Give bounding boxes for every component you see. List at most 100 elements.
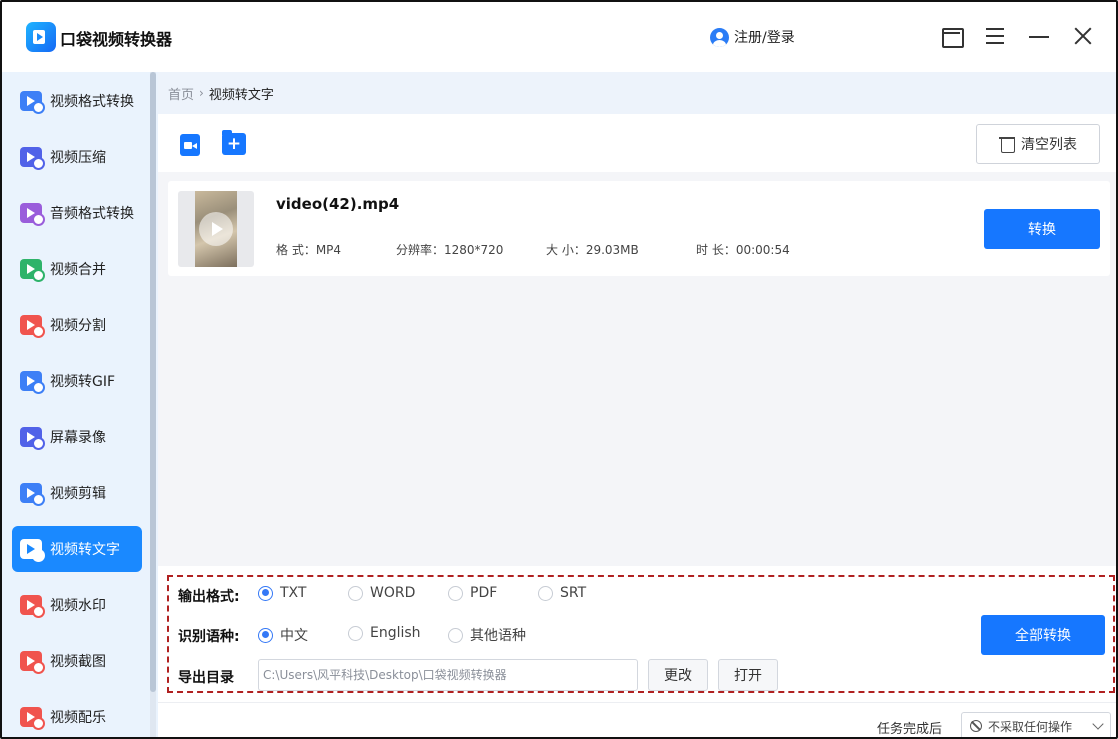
video-gif-icon: [20, 371, 45, 394]
sidebar-item-label: 视频压缩: [50, 150, 106, 166]
settings-panel: 输出格式: TXT WORD PDF SRT 识别语种: 中文 English …: [158, 566, 1116, 702]
video-format-icon: [20, 91, 45, 114]
file-toolbar: 清空列表: [158, 114, 1116, 172]
video-watermark-icon: [20, 595, 45, 618]
play-icon[interactable]: [199, 212, 233, 246]
language-label: 识别语种:: [178, 629, 240, 645]
chevron-down-icon: [1092, 718, 1104, 730]
title-bar: 口袋视频转换器 注册/登录: [2, 2, 1116, 72]
menu-icon[interactable]: [983, 24, 1007, 48]
sidebar-item-label: 视频截图: [50, 654, 106, 670]
sidebar-item-label: 视频分割: [50, 318, 106, 334]
sidebar-item-video-format[interactable]: 视频格式转换: [12, 78, 142, 124]
sidebar-item-label: 视频水印: [50, 598, 106, 614]
radio-dot: [348, 585, 363, 601]
breadcrumb-home[interactable]: 首页: [168, 84, 194, 103]
export-dir-input[interactable]: C:\Users\风平科技\Desktop\口袋视频转换器: [258, 659, 638, 691]
radio-label: 中文: [280, 628, 308, 644]
output-format-label: 输出格式:: [178, 589, 240, 605]
sidebar: 视频格式转换 视频压缩 音频格式转换 视频合并 视频分割 视频转GIF 屏幕录像: [2, 72, 158, 737]
app-logo-icon: [26, 22, 56, 52]
after-task-label: 任务完成后: [877, 722, 943, 737]
video-text-icon: [20, 539, 45, 562]
status-bar: 任务完成后 不采取任何操作: [158, 702, 1116, 737]
sidebar-item-video-screenshot[interactable]: 视频截图: [12, 638, 142, 684]
sidebar-item-label: 视频剪辑: [50, 486, 106, 502]
file-row: video(42).mp4 格 式：MP4 分辨率：1280*720 大 小：2…: [168, 181, 1110, 276]
main-panel: 首页 › 视频转文字 清空列表 video(42).mp4 格 式：MP4 分辨…: [158, 72, 1116, 737]
language-option-other[interactable]: 其他语种: [448, 625, 526, 645]
breadcrumb: 首页 › 视频转文字: [158, 72, 1116, 114]
radio-label: TXT: [280, 585, 307, 601]
file-resolution: 分辨率：1280*720: [396, 243, 504, 257]
export-dir-label: 导出目录: [178, 670, 234, 686]
login-label: 注册/登录: [734, 30, 795, 46]
video-split-icon: [20, 315, 45, 338]
sidebar-item-video-music[interactable]: 视频配乐: [12, 694, 142, 737]
convert-button[interactable]: 转换: [984, 209, 1100, 249]
clear-list-button[interactable]: 清空列表: [976, 124, 1100, 164]
radio-dot: [538, 585, 553, 601]
file-size: 大 小：29.03MB: [546, 243, 639, 257]
sidebar-item-label: 视频格式转换: [50, 94, 134, 110]
file-duration: 时 长：00:00:54: [696, 243, 790, 257]
close-icon[interactable]: [1071, 24, 1095, 48]
radio-dot: [348, 625, 363, 641]
folder-icon[interactable]: [939, 24, 964, 48]
language-option-chinese[interactable]: 中文: [258, 625, 308, 645]
app-window: 口袋视频转换器 注册/登录 视频格式转换 视频压缩 音频格式转换 视频合并 视频…: [0, 0, 1118, 739]
ban-icon: [970, 720, 982, 732]
breadcrumb-separator: ›: [199, 86, 204, 100]
open-dir-button[interactable]: 打开: [718, 659, 778, 691]
after-task-select[interactable]: 不采取任何操作: [961, 712, 1111, 737]
video-thumbnail: [178, 191, 254, 267]
sidebar-scrollbar[interactable]: [150, 72, 156, 737]
radio-label: PDF: [470, 585, 498, 601]
sidebar-item-video-text[interactable]: 视频转文字: [12, 526, 142, 572]
breadcrumb-current: 视频转文字: [208, 87, 274, 103]
radio-dot: [448, 585, 463, 601]
radio-label: English: [370, 625, 421, 641]
radio-label: 其他语种: [470, 628, 526, 644]
screen-record-icon: [20, 427, 45, 450]
format-option-pdf[interactable]: PDF: [448, 585, 497, 601]
sidebar-item-video-compress[interactable]: 视频压缩: [12, 134, 142, 180]
video-screenshot-icon: [20, 651, 45, 674]
sidebar-item-video-watermark[interactable]: 视频水印: [12, 582, 142, 628]
trash-icon: [999, 135, 1015, 153]
sidebar-item-video-split[interactable]: 视频分割: [12, 302, 142, 348]
video-edit-icon: [20, 483, 45, 506]
sidebar-item-label: 音频格式转换: [50, 206, 134, 222]
minimize-icon[interactable]: [1027, 24, 1051, 48]
sidebar-item-label: 视频合并: [50, 262, 106, 278]
change-dir-button[interactable]: 更改: [648, 659, 708, 691]
add-folder-icon[interactable]: [222, 130, 246, 155]
after-task-value: 不采取任何操作: [988, 719, 1073, 734]
sidebar-item-label: 视频转文字: [50, 542, 120, 558]
radio-dot: [258, 585, 273, 601]
clear-list-label: 清空列表: [1021, 137, 1077, 153]
login-button[interactable]: 注册/登录: [710, 26, 795, 48]
sidebar-item-label: 视频配乐: [50, 710, 106, 726]
add-file-icon[interactable]: [180, 134, 200, 156]
sidebar-item-video-merge[interactable]: 视频合并: [12, 246, 142, 292]
avatar-icon: [710, 27, 729, 47]
audio-format-icon: [20, 203, 45, 226]
sidebar-item-label: 屏幕录像: [50, 430, 106, 446]
video-music-icon: [20, 707, 45, 730]
format-option-word[interactable]: WORD: [348, 585, 415, 601]
convert-all-button[interactable]: 全部转换: [981, 615, 1105, 655]
video-compress-icon: [20, 147, 45, 170]
sidebar-item-audio-format[interactable]: 音频格式转换: [12, 190, 142, 236]
language-option-english[interactable]: English: [348, 625, 421, 641]
file-format: 格 式：MP4: [276, 243, 342, 257]
radio-dot: [448, 627, 463, 643]
format-option-txt[interactable]: TXT: [258, 585, 306, 601]
radio-label: SRT: [560, 585, 587, 601]
sidebar-item-video-gif[interactable]: 视频转GIF: [12, 358, 142, 404]
sidebar-item-video-edit[interactable]: 视频剪辑: [12, 470, 142, 516]
video-merge-icon: [20, 259, 45, 282]
format-option-srt[interactable]: SRT: [538, 585, 586, 601]
sidebar-item-screen-record[interactable]: 屏幕录像: [12, 414, 142, 460]
file-name: video(42).mp4: [276, 195, 400, 213]
